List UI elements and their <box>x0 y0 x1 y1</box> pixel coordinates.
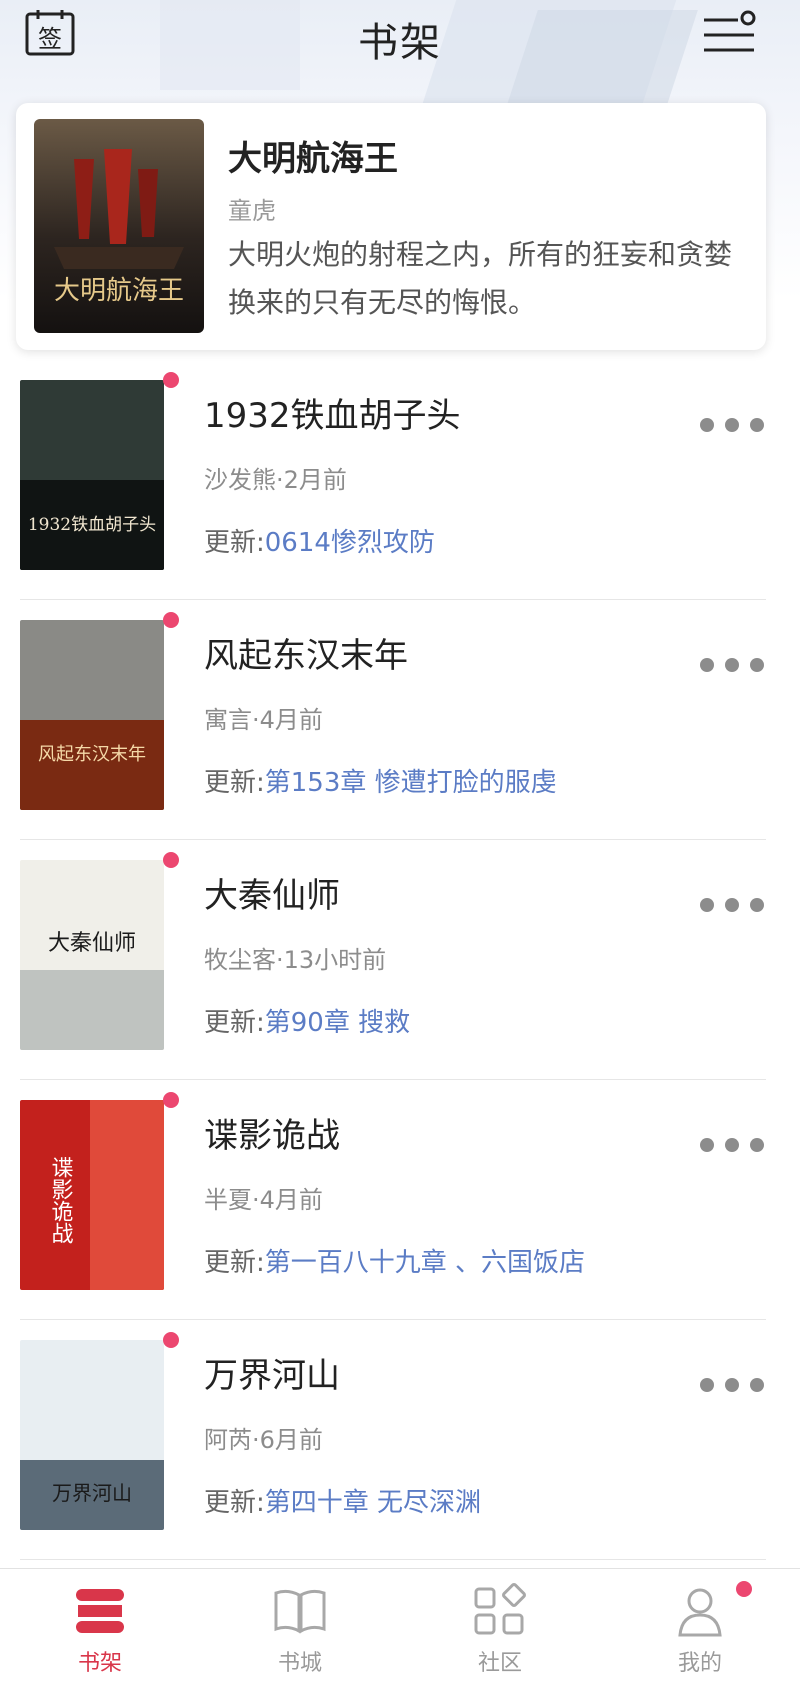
featured-book-cover[interactable]: 大明航海王 <box>34 119 204 333</box>
book-update: 更新:第四十章 无尽深渊 <box>204 1482 481 1519</box>
book-update: 更新:第90章 搜救 <box>204 1002 410 1039</box>
featured-cover-title: 大明航海王 <box>54 276 184 306</box>
book-title: 万界河山 <box>204 1356 340 1396</box>
tab-label: 社区 <box>477 1651 522 1676</box>
book-meta: 半夏·4月前 <box>204 1186 323 1214</box>
cover-title: 谍影诡战 <box>48 1156 74 1244</box>
book-title: 大秦仙师 <box>204 876 340 916</box>
update-prefix: 更新: <box>204 768 265 798</box>
unread-dot <box>163 1092 179 1108</box>
app-header: 签 书架 <box>0 0 800 100</box>
tab-community[interactable]: 社区 <box>400 1569 600 1684</box>
featured-book-title: 大明航海王 <box>228 139 398 179</box>
book-title: 风起东汉末年 <box>204 636 408 676</box>
unread-dot <box>163 1332 179 1348</box>
book-cover[interactable]: 谍影诡战 <box>20 1100 164 1290</box>
book-cover[interactable]: 1932铁血胡子头 <box>20 380 164 570</box>
cover-title: 万界河山 <box>52 1481 132 1505</box>
latest-chapter-link[interactable]: 第90章 搜救 <box>265 1008 410 1038</box>
divider <box>20 1559 766 1560</box>
tab-bookshelf[interactable]: 书架 <box>0 1569 200 1684</box>
book-item[interactable]: 风起东汉末年 风起东汉末年 寓言·4月前 更新:第153章 惨遭打脸的服虔 <box>0 600 800 840</box>
latest-chapter-link[interactable]: 0614惨烈攻防 <box>265 528 435 558</box>
book-item[interactable]: 1932铁血胡子头 1932铁血胡子头 沙发熊·2月前 更新:0614惨烈攻防 <box>0 360 800 600</box>
book-meta: 沙发熊·2月前 <box>204 466 347 494</box>
tab-profile[interactable]: 我的 <box>600 1569 800 1684</box>
book-title: 谍影诡战 <box>204 1116 340 1156</box>
featured-book-author: 童虎 <box>228 197 276 225</box>
more-options-icon[interactable] <box>700 898 764 914</box>
tab-label: 书架 <box>77 1651 122 1676</box>
more-options-icon[interactable] <box>700 1378 764 1394</box>
latest-chapter-link[interactable]: 第四十章 无尽深渊 <box>265 1488 481 1518</box>
more-options-icon[interactable] <box>700 658 764 674</box>
update-prefix: 更新: <box>204 528 265 558</box>
featured-book-card[interactable]: 大明航海王 大明航海王 童虎 大明火炮的射程之内，所有的狂妄和贪婪换来的只有无尽… <box>16 103 766 350</box>
tab-label: 书城 <box>277 1651 322 1676</box>
bottom-tab-bar: 书架 书城 社区 我的 <box>0 1568 800 1684</box>
more-options-icon[interactable] <box>700 418 764 434</box>
user-icon <box>672 1583 728 1639</box>
update-prefix: 更新: <box>204 1008 265 1038</box>
featured-book-description: 大明火炮的射程之内，所有的狂妄和贪婪换来的只有无尽的悔恨。 <box>228 238 733 319</box>
book-meta: 牧尘客·13小时前 <box>204 946 387 974</box>
latest-chapter-link[interactable]: 第一百八十九章 、六国饭店 <box>265 1248 585 1278</box>
cover-title: 风起东汉末年 <box>38 744 146 765</box>
book-update: 更新:0614惨烈攻防 <box>204 522 435 559</box>
book-cover[interactable]: 大秦仙师 <box>20 860 164 1050</box>
open-book-icon <box>272 1583 328 1639</box>
unread-dot <box>163 612 179 628</box>
latest-chapter-link[interactable]: 第153章 惨遭打脸的服虔 <box>265 768 557 798</box>
book-item[interactable]: 谍影诡战 谍影诡战 半夏·4月前 更新:第一百八十九章 、六国饭店 <box>0 1080 800 1320</box>
grid-shapes-icon <box>472 1583 528 1639</box>
page-title: 书架 <box>358 20 442 66</box>
book-item[interactable]: 大秦仙师 大秦仙师 牧尘客·13小时前 更新:第90章 搜救 <box>0 840 800 1080</box>
book-meta: 阿芮·6月前 <box>204 1426 323 1454</box>
bookshelf-icon <box>72 1583 128 1639</box>
book-item[interactable]: 万界河山 万界河山 阿芮·6月前 更新:第四十章 无尽深渊 <box>0 1320 800 1560</box>
unread-dot <box>163 372 179 388</box>
tab-bookstore[interactable]: 书城 <box>200 1569 400 1684</box>
cover-title: 大秦仙师 <box>48 931 136 956</box>
cover-title: 1932铁血胡子头 <box>28 515 156 535</box>
update-prefix: 更新: <box>204 1488 265 1518</box>
book-meta: 寓言·4月前 <box>204 706 323 734</box>
update-prefix: 更新: <box>204 1248 265 1278</box>
tab-label: 我的 <box>677 1651 722 1676</box>
book-title: 1932铁血胡子头 <box>204 396 461 436</box>
unread-dot <box>163 852 179 868</box>
notification-badge <box>736 1581 752 1597</box>
book-cover[interactable]: 万界河山 <box>20 1340 164 1530</box>
more-options-icon[interactable] <box>700 1138 764 1154</box>
book-update: 更新:第153章 惨遭打脸的服虔 <box>204 762 557 799</box>
book-cover[interactable]: 风起东汉末年 <box>20 620 164 810</box>
book-update: 更新:第一百八十九章 、六国饭店 <box>204 1242 585 1279</box>
menu-icon[interactable] <box>702 8 758 58</box>
